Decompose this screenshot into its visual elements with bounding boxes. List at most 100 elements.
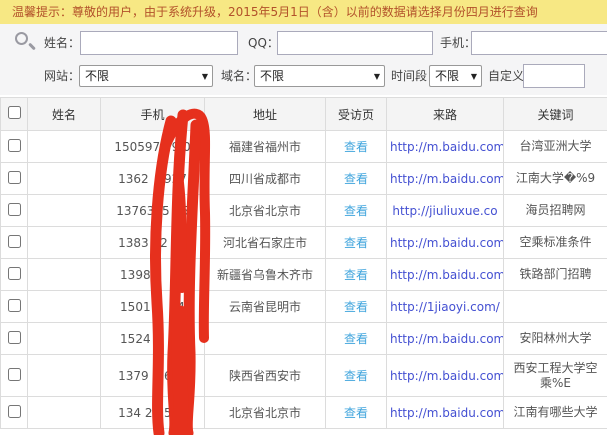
header-visited-page: 受访页 [326,98,387,131]
site-select-value: 不限 [85,69,109,83]
view-link[interactable]: 查看 [344,332,368,346]
cell-address: 新疆省乌鲁木齐市 [205,259,326,291]
header-referrer: 来路 [387,98,504,131]
cell-name [28,227,101,259]
view-link[interactable]: 查看 [344,140,368,154]
referrer-link[interactable]: http://m.baidu.com/ [390,332,504,346]
cell-phone: 13763 5 55 [101,195,205,227]
cell-name [28,323,101,355]
referrer-link[interactable]: http://m.baidu.com/ [390,268,504,282]
referrer-link[interactable]: http://m.baidu.com/ [390,369,504,383]
view-link[interactable]: 查看 [344,236,368,250]
row-checkbox[interactable] [8,299,21,312]
site-select[interactable]: 不限 ▼ [79,65,213,87]
row-checkbox[interactable] [8,405,21,418]
header-phone: 手机 [101,98,205,131]
view-link[interactable]: 查看 [344,268,368,282]
header-keyword: 关键词 [504,98,607,131]
name-input[interactable] [80,31,238,55]
referrer-link[interactable]: http://m.baidu.com/ [390,140,504,154]
cell-phone: 1383 2 47 [101,227,205,259]
referrer-link[interactable]: http://m.baidu.com/ [390,172,504,186]
cell-phone: 1362 927 [101,163,205,195]
cell-address: 陕西省西安市 [205,355,326,397]
view-link[interactable]: 查看 [344,369,368,383]
view-link[interactable]: 查看 [344,406,368,420]
referrer-link[interactable]: http://m.baidu.com/ [390,236,504,250]
cell-keyword: 海员招聘网 [504,195,607,227]
cell-keyword: 江南有哪些大学 [504,397,607,429]
row-checkbox[interactable] [8,331,21,344]
cell-address: 北京省北京市 [205,397,326,429]
view-link[interactable]: 查看 [344,300,368,314]
cell-address: 福建省福州市 [205,131,326,163]
cell-keyword: 安阳林州大学 [504,323,607,355]
cell-phone: 1398 10 [101,259,205,291]
cell-keyword: 台湾亚洲大学 [504,131,607,163]
cell-phone: 1379 627 [101,355,205,397]
name-label: 姓名： [44,31,80,55]
chevron-down-icon: ▼ [374,73,380,81]
cell-phone: 1501 14 [101,291,205,323]
row-checkbox[interactable] [8,139,21,152]
period-select-value: 不限 [435,69,459,83]
cell-address: 云南省昆明市 [205,291,326,323]
table-row: 1398 10 新疆省乌鲁木齐市 查看 http://m.baidu.com/ … [1,259,607,291]
search-filter-panel: 姓名： QQ： 手机： 网站： 不限 ▼ 域名： 不限 ▼ 时间段： 不限 ▼ … [0,24,607,95]
custom-input[interactable] [523,64,585,88]
cell-name [28,195,101,227]
search-icon [14,31,36,53]
table-row: 1505979 9 0 福建省福州市 查看 http://m.baidu.com… [1,131,607,163]
header-name: 姓名 [28,98,101,131]
chevron-down-icon: ▼ [471,73,477,81]
cell-keyword: 铁路部门招聘 [504,259,607,291]
row-checkbox[interactable] [8,203,21,216]
cell-name [28,397,101,429]
view-link[interactable]: 查看 [344,172,368,186]
cell-name [28,291,101,323]
table-row: 134 2 553 北京省北京市 查看 http://m.baidu.com/ … [1,397,607,429]
cell-name [28,355,101,397]
table-header-row: 姓名 手机 地址 受访页 来路 关键词 [1,98,607,131]
select-all-checkbox[interactable] [8,106,21,119]
table-row: 1362 927 四川省成都市 查看 http://m.baidu.com/ 江… [1,163,607,195]
row-checkbox[interactable] [8,171,21,184]
period-select[interactable]: 不限 ▼ [429,65,482,87]
table-row: 1501 14 云南省昆明市 查看 http://1jiaoyi.com/ [1,291,607,323]
header-address: 地址 [205,98,326,131]
domain-select-value: 不限 [260,69,284,83]
results-table: 姓名 手机 地址 受访页 来路 关键词 1505979 9 0 福建省福州市 查… [0,97,607,429]
referrer-link[interactable]: http://jiuliuxue.co [392,204,497,218]
cell-keyword: 西安工程大学空乘%E [504,355,607,397]
domain-label: 域名： [221,64,257,88]
row-checkbox[interactable] [8,235,21,248]
table-row: 13763 5 55 北京省北京市 查看 http://jiuliuxue.co… [1,195,607,227]
cell-address: 北京省北京市 [205,195,326,227]
cell-address: 河北省石家庄市 [205,227,326,259]
qq-input[interactable] [277,31,433,55]
row-checkbox[interactable] [8,267,21,280]
cell-name [28,259,101,291]
referrer-link[interactable]: http://1jiaoyi.com/ [390,300,500,314]
table-row: 1383 2 47 河北省石家庄市 查看 http://m.baidu.com/… [1,227,607,259]
search-icon-lens [15,32,28,45]
cell-address: 四川省成都市 [205,163,326,195]
cell-name [28,131,101,163]
site-label: 网站： [44,64,80,88]
cell-keyword: 江南大学�%9 [504,163,607,195]
cell-phone: 134 2 553 [101,397,205,429]
search-icon-handle [28,43,36,51]
phone-input[interactable] [471,31,607,55]
cell-phone: 1505979 9 0 [101,131,205,163]
table-row: 1524 94 查看 http://m.baidu.com/ 安阳林州大学 [1,323,607,355]
cell-keyword: 空乘标准条件 [504,227,607,259]
view-link[interactable]: 查看 [344,204,368,218]
system-notice-bar: 温馨提示：尊敬的用户，由于系统升级，2015年5月1日（含）以前的数据请选择月份… [0,0,607,24]
referrer-link[interactable]: http://m.baidu.com/ [390,406,504,420]
domain-select[interactable]: 不限 ▼ [254,65,385,87]
select-all-cell [1,98,28,131]
cell-address [205,323,326,355]
row-checkbox[interactable] [8,368,21,381]
cell-phone: 1524 94 [101,323,205,355]
chevron-down-icon: ▼ [202,73,208,81]
